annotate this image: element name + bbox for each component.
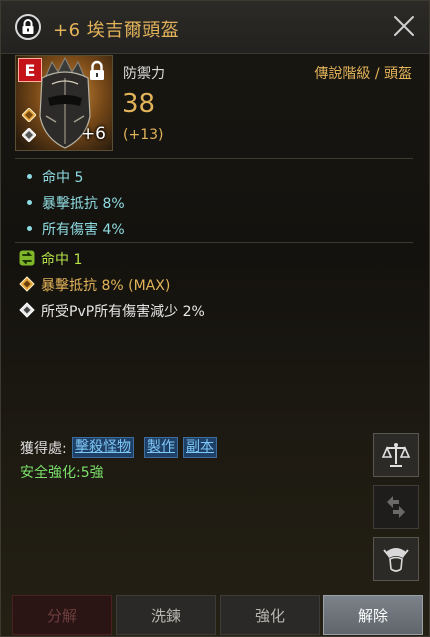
stat-bonus: (+13) (123, 127, 164, 143)
close-button[interactable] (391, 13, 417, 39)
gold-diamond-icon (19, 276, 35, 292)
base-option: 所有傷害 4% (27, 219, 125, 239)
close-icon (394, 16, 414, 36)
armor-helmet-icon (383, 548, 409, 572)
item-tooltip-panel: +6 埃吉爾頭盔 E +6 防禦力 38 (+13) 傳說階級 / 頭盔 命中 … (0, 0, 430, 637)
disassemble-button[interactable]: 分解 (12, 595, 112, 635)
gold-gem-icon (22, 108, 36, 122)
stat-value: 38 (122, 89, 156, 119)
source-link-craft[interactable]: 製作 (144, 437, 178, 458)
green-swap-icon (19, 250, 35, 266)
equip-preview-button[interactable] (373, 537, 419, 581)
source-link-dungeon[interactable]: 副本 (183, 437, 217, 458)
item-lock-icon (90, 60, 104, 80)
enhance-level: +6 (80, 124, 106, 144)
scales-icon (381, 443, 411, 467)
grade-category: 傳說階級 / 頭盔 (314, 66, 412, 82)
base-option: 命中 5 (27, 167, 83, 187)
title-bar: +6 埃吉爾頭盔 (1, 1, 429, 54)
white-gem-icon (22, 128, 36, 142)
source-link-monster[interactable]: 擊殺怪物 (72, 437, 134, 458)
refine-button[interactable]: 洗鍊 (116, 595, 216, 635)
compare-button[interactable] (373, 433, 419, 477)
stat-name: 防禦力 (123, 66, 165, 82)
base-option: 暴擊抵抗 8% (27, 193, 125, 213)
grade-badge: E (18, 58, 42, 82)
item-image: E +6 (15, 55, 113, 151)
divider (15, 158, 413, 159)
exchange-button[interactable] (373, 485, 419, 529)
unequip-button[interactable]: 解除 (323, 595, 423, 635)
source-label: 獲得處: (20, 441, 67, 457)
safe-enhance: 安全強化:5強 (20, 465, 104, 481)
lock-icon[interactable] (15, 14, 41, 40)
enhance-button[interactable]: 強化 (220, 595, 320, 635)
swap-arrows-icon (387, 496, 405, 518)
divider (15, 242, 413, 243)
white-diamond-icon (19, 302, 35, 318)
item-title: +6 埃吉爾頭盔 (53, 20, 180, 41)
